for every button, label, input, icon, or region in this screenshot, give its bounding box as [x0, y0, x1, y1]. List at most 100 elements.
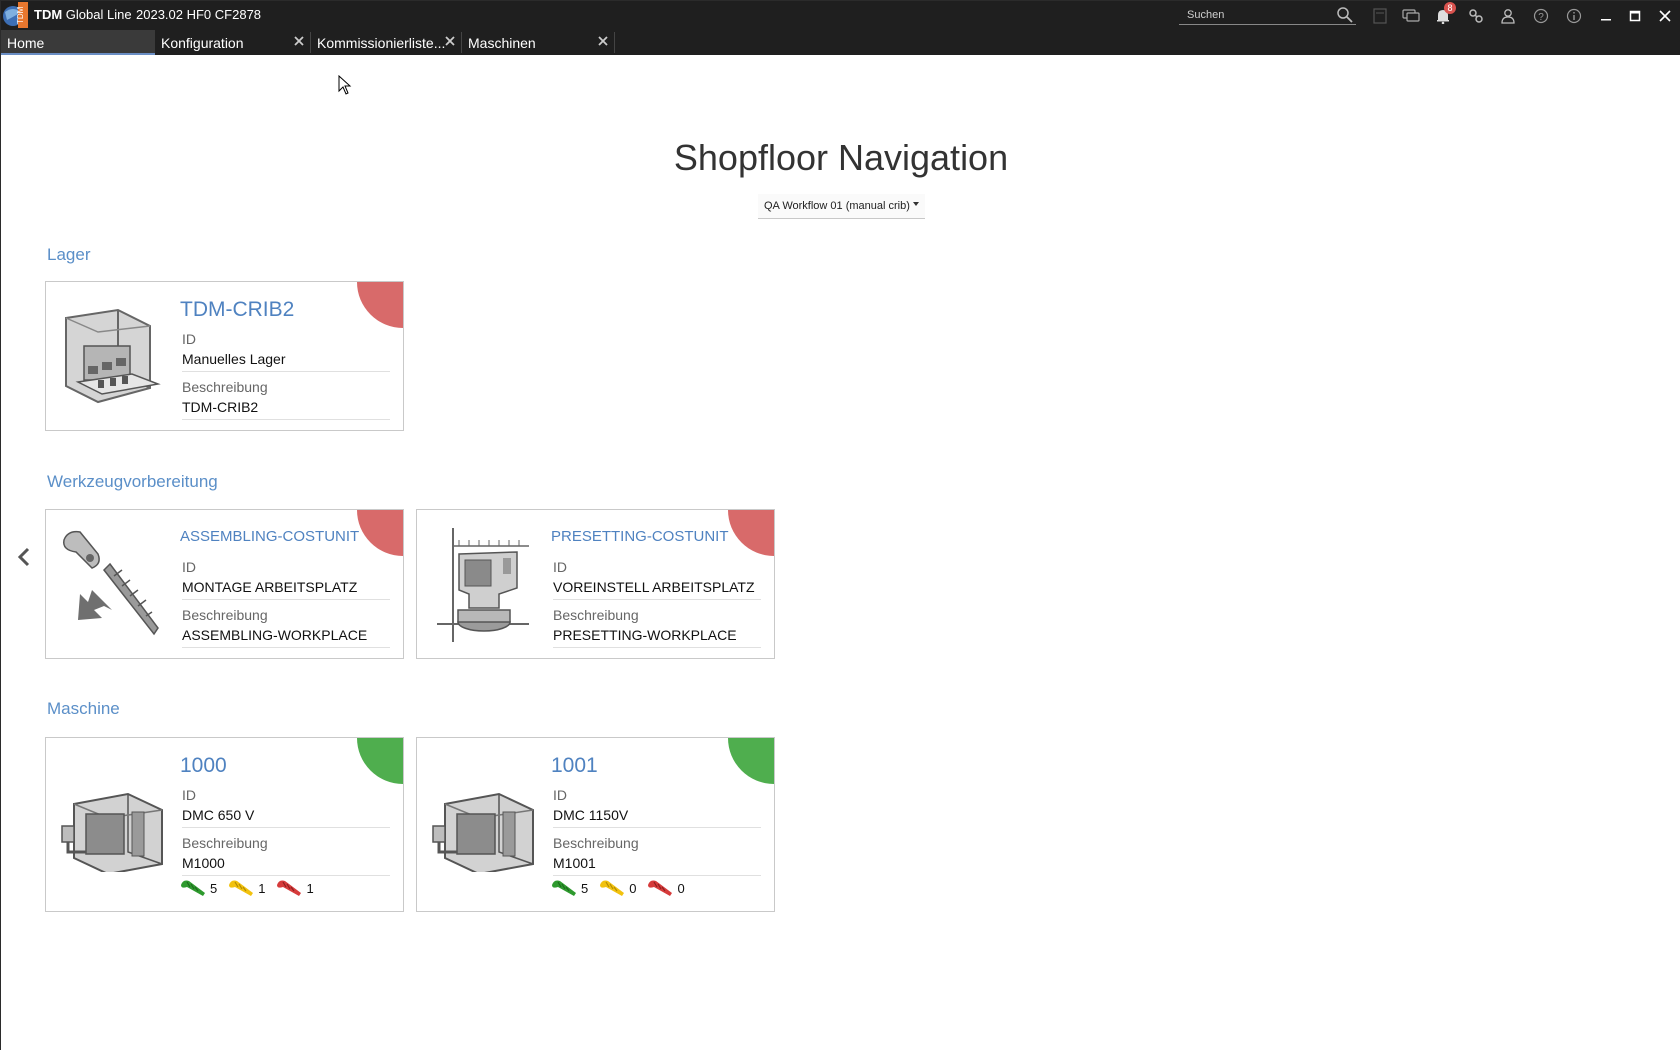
search-input[interactable] — [1179, 6, 1329, 24]
workflow-dropdown[interactable]: QA Workflow 01 (manual crib) — [758, 194, 925, 219]
chat-icon[interactable] — [1401, 6, 1421, 26]
section-title-lager: Lager — [47, 245, 91, 264]
tab-label: Maschinen — [468, 35, 536, 51]
description-label: Beschreibung — [182, 835, 268, 851]
help-icon[interactable]: ? — [1531, 6, 1551, 26]
status-indicator — [357, 510, 403, 556]
close-icon[interactable] — [596, 34, 610, 48]
presetting-card[interactable]: PRESETTING-COSTUNIT ID VOREINSTELL ARBEI… — [416, 509, 775, 659]
section-title-werkzeugvorbereitung: Werkzeugvorbereitung — [47, 472, 218, 491]
tool-status-counters: 5 1 1 — [179, 879, 324, 897]
main-content: Shopfloor Navigation QA Workflow 01 (man… — [1, 55, 1680, 1050]
tool-green-icon — [181, 880, 205, 896]
tool-red-icon — [277, 880, 302, 896]
tab-bar: Home Konfiguration Kommissionierliste...… — [1, 30, 1680, 55]
machine-card-1001[interactable]: 1001 ID DMC 1150V Beschreibung M1001 5 0… — [416, 737, 775, 912]
tool-count-error: 1 — [275, 879, 314, 897]
card-title[interactable]: 1000 — [180, 754, 227, 778]
minimize-icon[interactable] — [1596, 6, 1616, 26]
tool-yellow-icon — [600, 880, 625, 896]
presetting-device-icon — [429, 524, 541, 644]
id-value: MONTAGE ARBEITSPLATZ — [182, 579, 390, 600]
tab-konfiguration[interactable]: Konfiguration — [155, 30, 310, 55]
id-value: DMC 650 V — [182, 807, 390, 828]
id-value: Manuelles Lager — [182, 351, 390, 372]
app-name: TDM Global Line — [34, 7, 132, 22]
assembling-card[interactable]: ASSEMBLING-COSTUNIT ID MONTAGE ARBEITSPL… — [45, 509, 404, 659]
chevron-left-icon[interactable] — [15, 545, 33, 569]
workflow-selected-value: QA Workflow 01 (manual crib) — [764, 200, 910, 212]
count-value: 1 — [306, 880, 314, 896]
tool-yellow-icon — [229, 880, 254, 896]
maximize-icon[interactable] — [1625, 6, 1645, 26]
crib-card[interactable]: TDM-CRIB2 ID Manuelles Lager Beschreibun… — [45, 281, 404, 431]
tool-status-counters: 5 0 0 — [550, 879, 695, 897]
description-label: Beschreibung — [553, 607, 639, 623]
cnc-machine-icon — [58, 752, 170, 876]
description-label: Beschreibung — [182, 607, 268, 623]
cnc-machine-icon — [429, 752, 541, 876]
notification-bell-icon[interactable]: 8 — [1433, 2, 1456, 26]
tool-count-warning: 0 — [598, 879, 636, 897]
description-value: M1001 — [553, 855, 761, 876]
id-value: VOREINSTELL ARBEITSPLATZ — [553, 579, 761, 600]
description-value: ASSEMBLING-WORKPLACE — [182, 627, 390, 648]
mouse-cursor-icon — [338, 74, 352, 100]
search-box[interactable] — [1179, 5, 1356, 25]
id-label: ID — [182, 559, 196, 575]
document-icon[interactable] — [1370, 6, 1390, 26]
tool-count-warning: 1 — [227, 879, 265, 897]
user-icon[interactable] — [1498, 6, 1518, 26]
id-value: DMC 1150V — [553, 807, 761, 828]
count-value: 0 — [629, 880, 637, 896]
status-indicator — [728, 510, 774, 556]
svg-text:?: ? — [1538, 12, 1544, 23]
tab-label: Home — [7, 35, 45, 51]
id-label: ID — [553, 559, 567, 575]
tab-divider — [614, 32, 615, 53]
tool-green-icon — [552, 880, 576, 896]
tool-red-icon — [648, 880, 673, 896]
tool-count-error: 0 — [646, 879, 685, 897]
count-value: 1 — [258, 880, 266, 896]
close-window-icon[interactable] — [1655, 6, 1675, 26]
id-label: ID — [182, 787, 196, 803]
search-icon[interactable] — [1336, 6, 1354, 29]
tab-home[interactable]: Home — [1, 30, 155, 55]
tool-count-ok: 5 — [550, 879, 588, 897]
status-indicator — [357, 738, 403, 784]
id-label: ID — [182, 331, 196, 347]
assembling-tool-icon — [58, 524, 170, 644]
description-value: TDM-CRIB2 — [182, 399, 390, 420]
card-title[interactable]: TDM-CRIB2 — [180, 298, 294, 322]
app-version: 2023.02 HF0 CF2878 — [136, 7, 262, 22]
status-indicator — [357, 282, 403, 328]
description-value: M1000 — [182, 855, 390, 876]
tool-count-ok: 5 — [179, 879, 217, 897]
page-title: Shopfloor Navigation — [673, 137, 1009, 178]
card-title[interactable]: PRESETTING-COSTUNIT — [551, 528, 729, 545]
machine-card-1000[interactable]: 1000 ID DMC 650 V Beschreibung M1000 5 1… — [45, 737, 404, 912]
tool-crib-icon — [58, 296, 170, 416]
tdm-logo: TDM — [3, 2, 29, 28]
tab-kommissionierliste[interactable]: Kommissionierliste... — [311, 30, 461, 55]
logo-text: TDM — [16, 6, 25, 24]
info-icon[interactable] — [1564, 6, 1584, 26]
notification-badge: 8 — [1444, 2, 1456, 14]
chevron-down-icon — [913, 202, 919, 206]
count-value: 5 — [581, 880, 589, 896]
tab-maschinen[interactable]: Maschinen — [462, 30, 614, 55]
close-icon[interactable] — [443, 34, 457, 48]
tab-label: Konfiguration — [161, 35, 244, 51]
card-title[interactable]: 1001 — [551, 754, 598, 778]
tab-label: Kommissionierliste... — [317, 35, 446, 51]
card-title[interactable]: ASSEMBLING-COSTUNIT — [180, 528, 359, 545]
id-label: ID — [553, 787, 567, 803]
section-title-maschine: Maschine — [47, 699, 120, 718]
status-indicator — [728, 738, 774, 784]
settings-tools-icon[interactable] — [1466, 6, 1486, 26]
app-window: TDM TDM Global Line 2023.02 HF0 CF2878 8 — [0, 0, 1680, 1050]
close-icon[interactable] — [292, 34, 306, 48]
count-value: 5 — [210, 880, 218, 896]
description-label: Beschreibung — [553, 835, 639, 851]
